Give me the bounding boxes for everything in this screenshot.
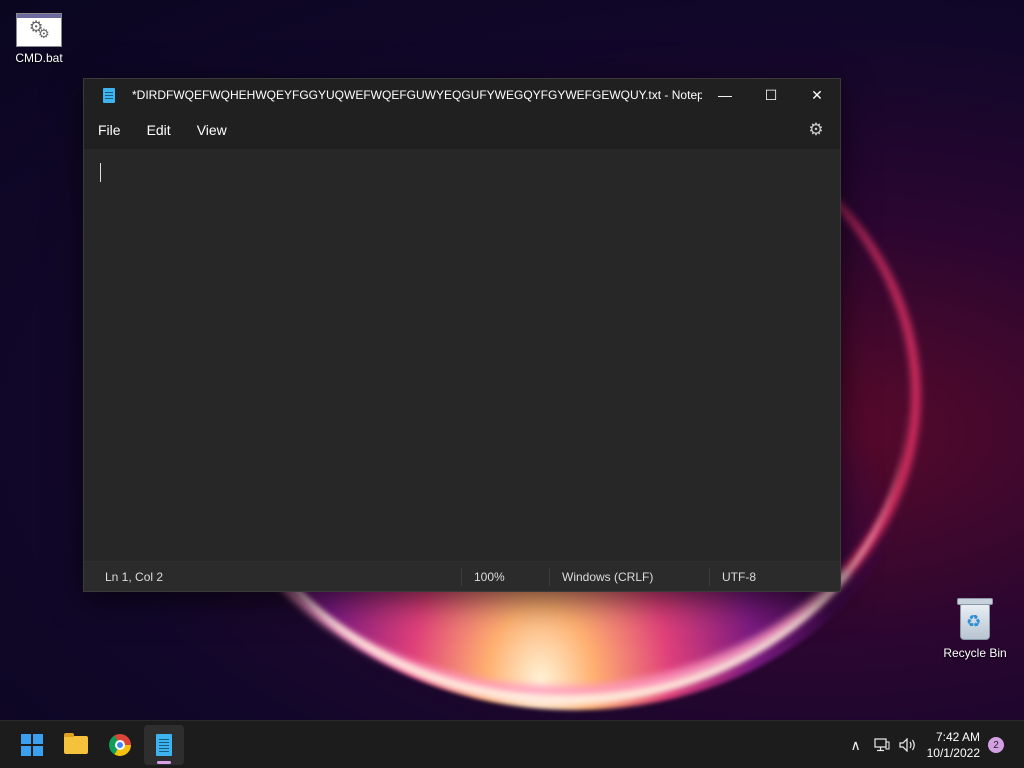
menu-view[interactable]: View — [187, 116, 237, 144]
window-title: *DIRDFWQEFWQHEHWQEYFGGYUQWEFWQEFGUWYEQGU… — [132, 88, 702, 102]
chrome-icon — [109, 733, 131, 756]
status-zoom[interactable]: 100% — [461, 567, 549, 586]
minimize-button[interactable]: — — [702, 79, 748, 111]
desktop-icon-recycle-bin[interactable]: ♻ Recycle Bin — [937, 598, 1013, 660]
text-editor[interactable] — [84, 149, 840, 561]
text-caret — [100, 163, 101, 182]
batch-file-icon: ⚙ ⚙ — [16, 13, 62, 47]
menu-edit[interactable]: Edit — [137, 116, 181, 144]
desktop-icon-label: CMD.bat — [15, 51, 63, 65]
status-line-ending[interactable]: Windows (CRLF) — [549, 567, 709, 586]
menu-bar: File Edit View ⚙ — [84, 111, 840, 149]
windows-logo-icon — [21, 733, 43, 756]
clock-time: 7:42 AM — [935, 730, 980, 744]
clock-date: 10/1/2022 — [926, 746, 980, 760]
settings-gear-icon[interactable]: ⚙ — [800, 114, 832, 146]
volume-icon[interactable] — [895, 730, 921, 760]
notepad-window[interactable]: *DIRDFWQEFWQHEHWQEYFGGYUQWEFWQEFGUWYEQGU… — [83, 78, 841, 592]
title-bar[interactable]: *DIRDFWQEFWQHEHWQEYFGGYUQWEFWQEFGUWYEQGU… — [84, 79, 840, 111]
desktop-icon-cmd-bat[interactable]: ⚙ ⚙ CMD.bat — [1, 13, 77, 65]
notepad-icon — [156, 733, 172, 756]
status-cursor-position: Ln 1, Col 2 — [105, 569, 164, 584]
recycle-bin-icon: ♻ — [957, 598, 993, 642]
start-button[interactable] — [12, 725, 52, 765]
taskbar-file-explorer[interactable] — [56, 725, 96, 765]
network-icon[interactable] — [869, 730, 895, 760]
notepad-app-icon — [103, 87, 115, 103]
system-tray: ∧ 7:42 AM 10/1/2022 2 — [843, 721, 1024, 768]
status-encoding[interactable]: UTF-8 — [709, 567, 829, 586]
notification-badge[interactable]: 2 — [988, 737, 1004, 753]
desktop-icon-label: Recycle Bin — [943, 646, 1007, 660]
folder-icon — [64, 732, 88, 754]
clock[interactable]: 7:42 AM 10/1/2022 — [927, 729, 980, 761]
taskbar-notepad[interactable] — [144, 724, 184, 765]
taskbar: ∧ 7:42 AM 10/1/2022 2 — [0, 720, 1024, 768]
close-button[interactable]: ✕ — [794, 79, 840, 111]
chevron-up-icon[interactable]: ∧ — [843, 730, 869, 760]
taskbar-chrome[interactable] — [100, 725, 140, 765]
status-bar: Ln 1, Col 2 100% Windows (CRLF) UTF-8 — [84, 561, 840, 591]
menu-file[interactable]: File — [88, 116, 131, 144]
maximize-button[interactable]: ☐ — [748, 79, 794, 111]
